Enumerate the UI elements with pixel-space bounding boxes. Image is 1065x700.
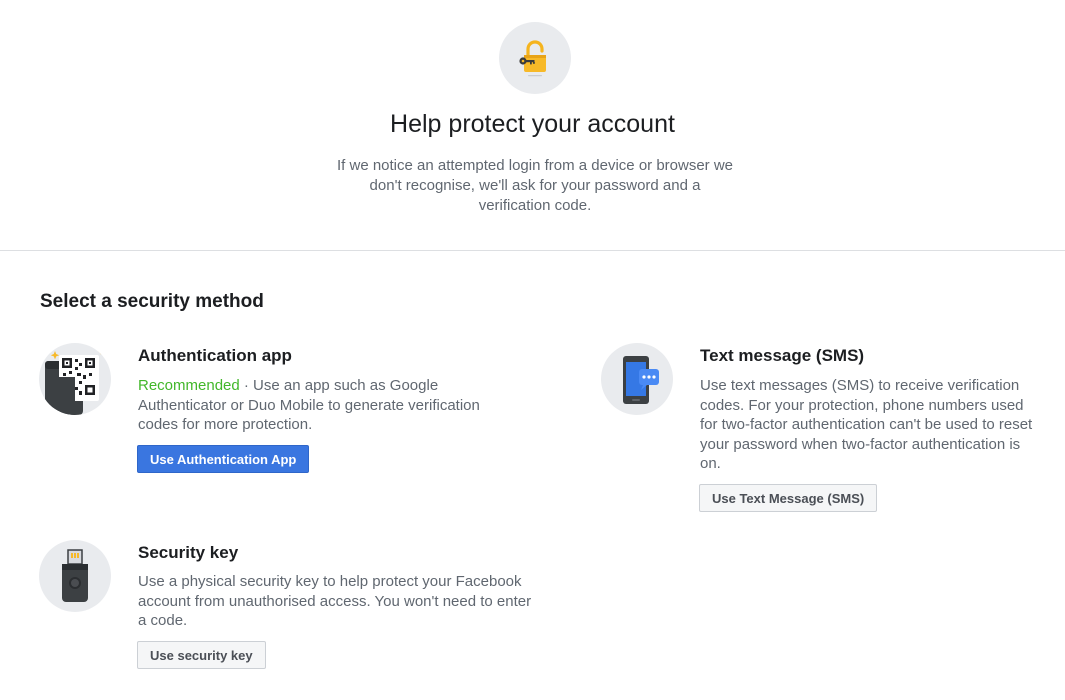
usb-security-key-icon (39, 540, 111, 612)
method-title: Security key (138, 543, 239, 562)
page-title: Help protect your account (390, 110, 675, 138)
page-description: If we notice an attempted login from a d… (336, 157, 734, 214)
two-factor-setup-page: Help protect your account If we notice a… (0, 0, 1065, 700)
use-security-key-button[interactable]: Use security key (137, 641, 266, 669)
authenticator-qr-icon (39, 343, 111, 415)
recommended-label: Recommended (138, 377, 240, 394)
method-title: Text message (SMS) (700, 346, 865, 365)
phone-message-icon (601, 343, 673, 415)
method-description: Use text messages (SMS) to receive verif… (700, 377, 1033, 473)
use-authentication-app-button[interactable]: Use Authentication App (137, 445, 310, 473)
section-title: Select a security method (40, 291, 264, 312)
divider (0, 250, 1065, 251)
method-description: Use a physical security key to help prot… (138, 573, 532, 630)
method-title: Authentication app (138, 346, 292, 365)
use-text-message-button[interactable]: Use Text Message (SMS) (699, 484, 878, 512)
padlock-key-icon (499, 22, 571, 94)
method-description: Recommended · Use an app such as Google … (138, 376, 508, 435)
